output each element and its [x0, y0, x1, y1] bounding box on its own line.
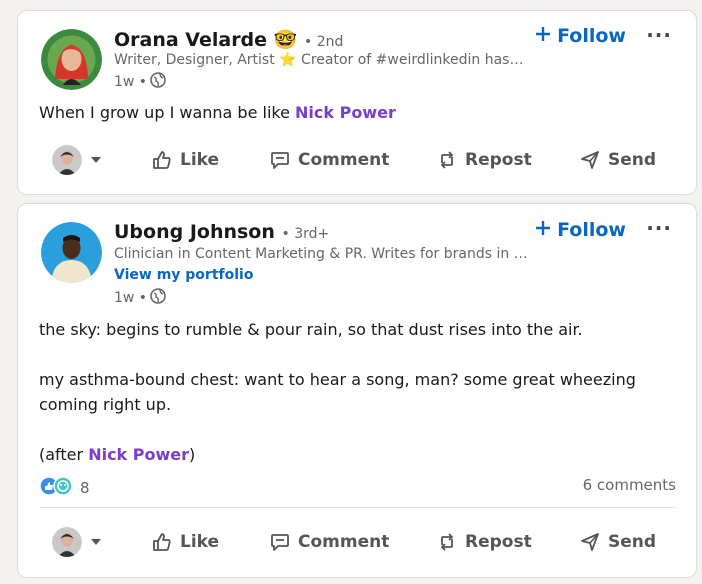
- comments-count[interactable]: 6 comments: [583, 476, 676, 494]
- thumbs-up-icon: [152, 150, 172, 170]
- social-counts: 8 6 comments: [39, 476, 676, 500]
- send-button[interactable]: Send: [580, 138, 656, 182]
- divider: [39, 507, 676, 508]
- post-meta: 1w •: [114, 288, 166, 308]
- post-actions: Like Comment Repost Send: [18, 138, 696, 182]
- send-icon: [580, 532, 600, 552]
- mention-link[interactable]: Nick Power: [88, 445, 189, 464]
- comment-label: Comment: [298, 150, 390, 170]
- portfolio-link[interactable]: View my portfolio: [114, 267, 253, 283]
- send-icon: [580, 150, 600, 170]
- follow-button[interactable]: Follow: [535, 219, 626, 241]
- connection-degree: • 3rd+: [281, 226, 330, 242]
- globe-icon: [150, 288, 166, 308]
- mini-avatar: [52, 145, 82, 175]
- globe-icon: [150, 72, 166, 92]
- post-line: the sky: begins to rumble & pour rain, s…: [39, 320, 583, 339]
- author-name[interactable]: Orana Velarde: [114, 29, 267, 51]
- reactions-summary[interactable]: 8: [39, 476, 90, 500]
- post-time: 1w •: [114, 74, 148, 90]
- chevron-down-icon: [90, 538, 102, 546]
- like-button[interactable]: Like: [152, 520, 219, 564]
- author-name[interactable]: Ubong Johnson: [114, 221, 275, 243]
- post-body: the sky: begins to rumble & pour rain, s…: [39, 317, 676, 467]
- plus-icon: [535, 219, 551, 241]
- send-button[interactable]: Send: [580, 520, 656, 564]
- post-card: Orana Velarde 🤓 • 2nd Writer, Designer, …: [17, 10, 697, 195]
- comment-icon: [270, 532, 290, 552]
- like-label: Like: [180, 532, 220, 552]
- like-label: Like: [180, 150, 220, 170]
- reaction-count: 8: [80, 479, 90, 497]
- post-line: (after Nick Power): [39, 442, 676, 467]
- like-button[interactable]: Like: [152, 138, 219, 182]
- plus-icon: [535, 25, 551, 47]
- like-icon: [39, 476, 75, 500]
- repost-label: Repost: [465, 150, 532, 170]
- comment-label: Comment: [298, 532, 390, 552]
- comment-icon: [270, 150, 290, 170]
- author-emoji: 🤓: [273, 29, 298, 51]
- post-meta: 1w •: [114, 72, 166, 92]
- follow-label: Follow: [557, 25, 626, 47]
- post-card: Ubong Johnson • 3rd+ Clinician in Conten…: [17, 203, 697, 578]
- comment-button[interactable]: Comment: [270, 520, 389, 564]
- repost-icon: [437, 150, 457, 170]
- thumbs-up-icon: [152, 532, 172, 552]
- follow-label: Follow: [557, 219, 626, 241]
- repost-icon: [437, 532, 457, 552]
- mention-link[interactable]: Nick Power: [295, 103, 396, 122]
- send-label: Send: [608, 150, 657, 170]
- reaction-avatar-selector[interactable]: [52, 520, 102, 564]
- author-headline: Clinician in Content Marketing & PR. Wri…: [114, 246, 529, 262]
- post-actions: Like Comment Repost Send: [18, 520, 696, 564]
- repost-button[interactable]: Repost: [437, 138, 532, 182]
- connection-degree: • 2nd: [303, 34, 344, 50]
- post-time: 1w •: [114, 290, 148, 306]
- more-options-button[interactable]: ···: [646, 23, 672, 47]
- send-label: Send: [608, 532, 657, 552]
- author-name-row[interactable]: Orana Velarde 🤓 • 2nd: [114, 28, 343, 51]
- reaction-avatar-selector[interactable]: [52, 138, 102, 182]
- follow-button[interactable]: Follow: [535, 25, 626, 47]
- post-line: my asthma-bound chest: want to hear a so…: [39, 370, 636, 414]
- author-avatar[interactable]: [41, 29, 102, 90]
- chevron-down-icon: [90, 156, 102, 164]
- post-text: ): [189, 445, 196, 464]
- comment-button[interactable]: Comment: [270, 138, 389, 182]
- post-text: When I grow up I wanna be like: [39, 103, 296, 122]
- author-name-row[interactable]: Ubong Johnson • 3rd+: [114, 221, 329, 243]
- post-body: When I grow up I wanna be like Nick Powe…: [39, 100, 676, 125]
- post-text: (after: [39, 445, 89, 464]
- author-avatar[interactable]: [41, 222, 102, 283]
- repost-label: Repost: [465, 532, 532, 552]
- author-headline: Writer, Designer, Artist ⭐ Creator of #w…: [114, 52, 529, 68]
- repost-button[interactable]: Repost: [437, 520, 532, 564]
- mini-avatar: [52, 527, 82, 557]
- more-options-button[interactable]: ···: [646, 216, 672, 240]
